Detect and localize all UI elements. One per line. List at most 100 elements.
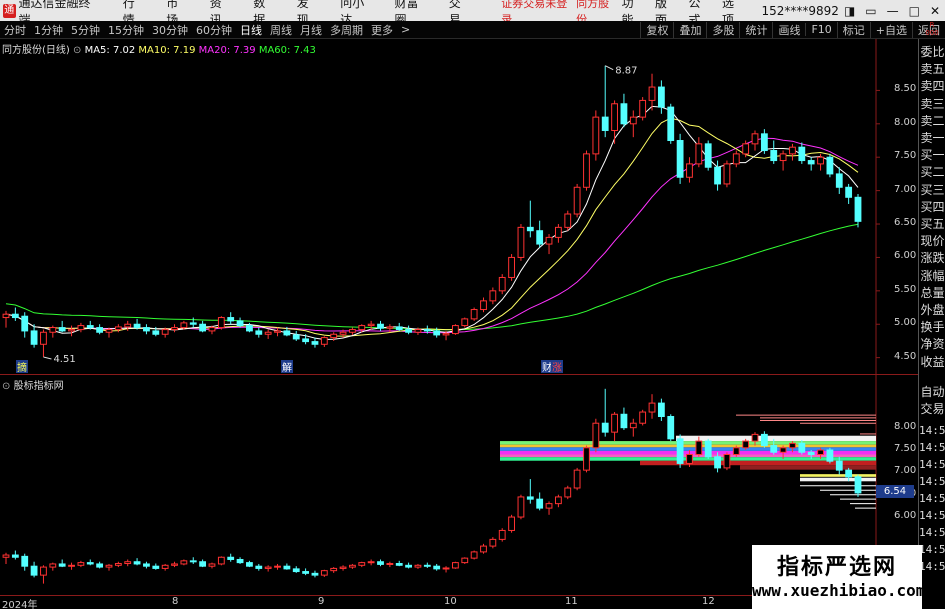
side-item[interactable]: 换手 [919, 320, 945, 335]
candle[interactable] [2, 310, 10, 328]
sub-candle[interactable] [58, 559, 66, 568]
sub-candle[interactable] [723, 452, 731, 471]
period-intraday[interactable]: 分时 [0, 22, 30, 38]
side-lower-item[interactable]: 自动 [919, 385, 945, 400]
draw-button[interactable]: 画线 [772, 21, 805, 38]
candle[interactable] [798, 142, 806, 164]
sub-candle[interactable] [274, 563, 281, 570]
sub-candle[interactable] [676, 434, 684, 468]
sub-candle[interactable] [292, 566, 300, 573]
adjust-button[interactable]: 复权 [640, 21, 673, 38]
event-marker[interactable]: 财 [542, 361, 552, 374]
candle[interactable] [629, 110, 637, 138]
candle[interactable] [611, 100, 618, 144]
sub-candle[interactable] [648, 394, 656, 419]
sub-candle[interactable] [143, 561, 150, 569]
minimize-icon[interactable]: — [882, 4, 904, 18]
window-icon[interactable]: ▭ [860, 4, 881, 18]
sub-candle[interactable] [545, 501, 553, 515]
side-item[interactable]: 委比 [919, 45, 945, 60]
sub-candle[interactable] [40, 565, 47, 584]
candle[interactable] [583, 150, 590, 191]
candle[interactable] [639, 97, 647, 121]
sub-candle[interactable] [11, 550, 19, 560]
candle[interactable] [723, 160, 731, 188]
candle[interactable] [498, 274, 506, 295]
mark-button[interactable]: 标记 [836, 21, 870, 38]
candle[interactable] [704, 140, 712, 171]
candle[interactable] [545, 234, 553, 255]
sub-candle[interactable] [124, 559, 132, 567]
sub-candle[interactable] [526, 479, 534, 504]
sub-candle[interactable] [208, 562, 216, 569]
candle[interactable] [470, 307, 478, 321]
sub-candle[interactable] [264, 565, 272, 572]
candle[interactable] [30, 324, 38, 348]
candle[interactable] [133, 318, 141, 330]
candle[interactable] [620, 93, 628, 128]
candle[interactable] [826, 153, 834, 178]
sub-candle[interactable] [573, 467, 581, 491]
sub-candle[interactable] [536, 492, 544, 511]
side-item[interactable]: 卖四 [919, 79, 945, 94]
candle[interactable] [311, 337, 319, 348]
sub-candle[interactable] [377, 559, 384, 567]
sub-candle[interactable] [629, 418, 637, 437]
sub-candle[interactable] [592, 418, 600, 453]
side-item[interactable]: 买二 [919, 165, 945, 180]
sub-candle[interactable] [96, 561, 104, 569]
side-item[interactable]: 涨跌 [919, 251, 945, 266]
chevron-right-icon[interactable]: > [397, 23, 414, 36]
candle[interactable] [21, 312, 29, 338]
side-item[interactable]: 涨幅 [919, 269, 945, 284]
candle[interactable] [171, 324, 178, 333]
sub-candle[interactable] [667, 414, 675, 442]
sub-candle[interactable] [433, 563, 441, 571]
candle[interactable] [292, 330, 300, 341]
period-weekly[interactable]: 周线 [266, 22, 296, 38]
sub-candle[interactable] [236, 557, 244, 564]
sub-candle[interactable] [283, 563, 291, 570]
candle[interactable] [573, 183, 581, 218]
sub-candle[interactable] [77, 560, 85, 568]
sub-candle[interactable] [854, 474, 862, 497]
candle[interactable] [667, 103, 675, 144]
candle[interactable] [377, 320, 384, 331]
candle[interactable] [686, 157, 693, 183]
sub-candle[interactable] [114, 561, 122, 568]
side-item[interactable]: 买一 [919, 148, 945, 163]
side-item[interactable]: 净资 [919, 337, 945, 352]
candle[interactable] [732, 150, 740, 168]
side-item[interactable]: 总量 [919, 286, 945, 301]
candle[interactable] [461, 317, 469, 328]
sub-candle[interactable] [452, 561, 459, 569]
sub-candle[interactable] [133, 558, 141, 566]
sub-candle[interactable] [161, 563, 169, 571]
candle[interactable] [526, 200, 534, 238]
sub-candle[interactable] [489, 537, 497, 549]
sub-candle[interactable] [395, 560, 403, 567]
candle[interactable] [564, 210, 572, 231]
sub-candle[interactable] [601, 388, 609, 437]
candle[interactable] [779, 150, 787, 171]
side-item[interactable]: 卖三 [919, 97, 945, 112]
sub-candle[interactable] [405, 562, 412, 569]
candle[interactable] [789, 143, 796, 161]
sub-candle[interactable] [68, 562, 75, 570]
sub-candle[interactable] [367, 559, 375, 566]
side-item[interactable]: 买五 [919, 217, 945, 232]
candle[interactable] [395, 322, 403, 331]
sub-candle[interactable] [30, 561, 38, 578]
sub-candle[interactable] [498, 528, 506, 542]
candle[interactable] [11, 307, 19, 321]
overlay-button[interactable]: 叠加 [673, 21, 706, 38]
sub-candle[interactable] [217, 556, 225, 566]
period-monthly[interactable]: 月线 [296, 22, 326, 38]
period-60min[interactable]: 60分钟 [192, 22, 236, 38]
event-marker[interactable]: 摘 [17, 361, 27, 374]
candle[interactable] [845, 183, 853, 204]
maximize-icon[interactable]: □ [904, 4, 925, 18]
side-item[interactable]: 卖二 [919, 114, 945, 129]
candle[interactable] [217, 316, 225, 330]
candle[interactable] [489, 287, 497, 305]
